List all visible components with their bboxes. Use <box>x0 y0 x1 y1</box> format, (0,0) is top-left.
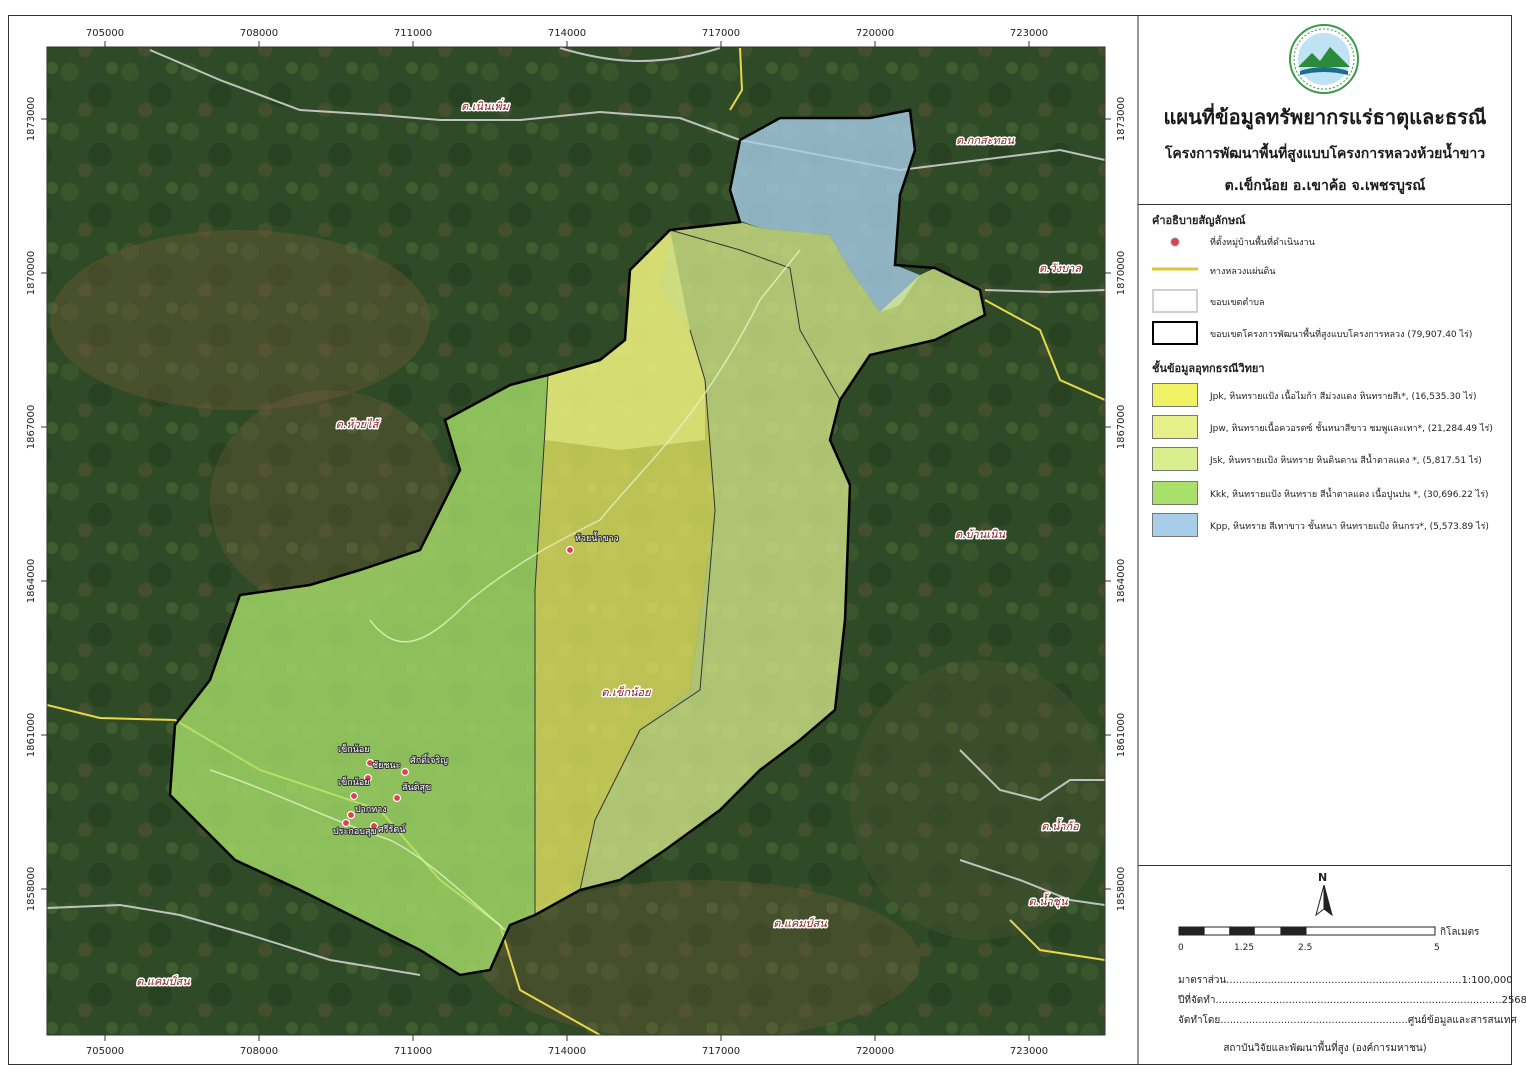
place-label-khek-noi: ต.เข็กน้อย <box>601 685 652 699</box>
legend-item-jsk: Jsk, หินทรายแป้ง หินทราย หินดินดาน สีน้ำ… <box>1152 447 1508 473</box>
place-label-nam-chun: ต.น้ำชุน <box>1028 893 1068 908</box>
institute-logo <box>1289 24 1359 94</box>
scale-tick-label: 0 <box>1178 943 1184 953</box>
legend-item-kkk: Kkk, หินทรายแป้ง หินทราย สีน้ำตาลแดง เนื… <box>1152 481 1508 507</box>
village-label: ประกอบสุข <box>333 827 377 837</box>
cleared-land-patch <box>50 230 430 410</box>
x-tick-label-top: 708000 <box>240 28 278 39</box>
legend-item-subdistrict: ขอบเขตตำบล <box>1152 289 1508 315</box>
subdistrict-swatch <box>1152 289 1198 313</box>
legend-label: ทางหลวงแผ่นดิน <box>1210 267 1276 277</box>
village-label: ชัยชนะ <box>372 761 401 771</box>
legend-item-village: ที่ตั้งหมู่บ้านพื้นที่ดำเนินงาน <box>1152 233 1508 259</box>
x-tick-label-top: 720000 <box>856 28 894 39</box>
scale-tick-label: 2.5 <box>1298 943 1313 953</box>
legend-panel: แผนที่ข้อมูลทรัพยากรแร่ธาตุและธรณี โครงก… <box>1138 15 1526 1065</box>
legend-item-road: ทางหลวงแผ่นดิน <box>1152 261 1508 287</box>
x-tick-label-top: 711000 <box>394 28 432 39</box>
village-label: สันติสุข <box>402 782 431 793</box>
y-tick-label-right: 1870000 <box>1116 251 1127 296</box>
jpw-swatch <box>1152 415 1198 439</box>
place-label-khaem-son: ต.แคมป์สน <box>773 917 827 930</box>
x-tick-label-bottom: 708000 <box>240 1046 278 1057</box>
x-tick-label-top: 714000 <box>548 28 586 39</box>
y-tick-label-right: 1867000 <box>1116 405 1127 450</box>
place-label-huai-sai: ต.ห้วยไส้ <box>336 418 381 431</box>
x-tick-label-bottom: 714000 <box>548 1046 586 1057</box>
legend-divider <box>1138 865 1512 866</box>
village-marker-icon <box>1170 237 1180 247</box>
place-label-wang-ban: ต.วังบาล <box>1039 262 1082 275</box>
y-tick-label-left: 1861000 <box>26 713 37 758</box>
x-tick-label-bottom: 720000 <box>856 1046 894 1057</box>
kpp-swatch <box>1152 513 1198 537</box>
scale-tick-label: 5 <box>1434 943 1440 953</box>
scale-unit-label: กิโลเมตร <box>1440 927 1480 938</box>
village-marker <box>346 810 356 820</box>
place-label-kok-sathon: ต.กกสะทอน <box>956 134 1014 147</box>
y-tick-label-right: 1861000 <box>1116 713 1127 758</box>
y-tick-label-left: 1867000 <box>26 405 37 450</box>
y-tick-label-left: 1858000 <box>26 867 37 912</box>
year-info: ปีที่จัดทำ..............................… <box>1178 995 1526 1006</box>
cleared-land-patch <box>850 660 1105 940</box>
legend-item-kpp: Kpp, หินทราย สีเทาขาว ชั้นหนา หินทรายแป้… <box>1152 513 1508 539</box>
village-marker <box>341 818 351 828</box>
y-tick-label-right: 1864000 <box>1116 559 1127 604</box>
y-tick-label-left: 1870000 <box>26 251 37 296</box>
legend-label: ขอบเขตโครงการพัฒนาพื้นที่สูงแบบโครงการหล… <box>1210 330 1473 340</box>
x-tick-label-bottom: 723000 <box>1010 1046 1048 1057</box>
legend-label: Jsk, หินทรายแป้ง หินทราย หินดินดาน สีน้ำ… <box>1210 456 1482 466</box>
x-tick-label-top: 723000 <box>1010 28 1048 39</box>
legend-item-jpw: Jpw, หินทรายเนื้อควอรตซ์ ชั้นหนาสีขาว ชม… <box>1152 415 1508 441</box>
legend-divider <box>1138 204 1512 205</box>
legend-label: ที่ตั้งหมู่บ้านพื้นที่ดำเนินงาน <box>1210 238 1315 248</box>
map-subtitle: โครงการพัฒนาพื้นที่สูงแบบโครงการหลวงห้วย… <box>1164 146 1486 162</box>
village-label: ปากทาง <box>355 805 387 815</box>
x-tick-label-top: 717000 <box>702 28 740 39</box>
y-tick-label-left: 1873000 <box>26 97 37 142</box>
village-marker <box>349 791 359 801</box>
legend-geology-heading: ชั้นข้อมูลอุทกธรณีวิทยา <box>1152 362 1265 375</box>
jsk-swatch <box>1152 447 1198 471</box>
y-tick-label-right: 1858000 <box>1116 867 1127 912</box>
village-marker <box>400 767 410 777</box>
kkk-swatch <box>1152 481 1198 505</box>
legend-label: Jpk, หินทรายแป้ง เนื้อไมก้า สีม่วงแดง หิ… <box>1210 392 1477 402</box>
place-label-noen-phoem: ต.เนินเพิ่ม <box>461 98 509 113</box>
place-label-ban-noen: ต.บ้านเนิน <box>955 528 1006 541</box>
place-label-khaem-son: ต.แคมป์สน <box>136 975 190 988</box>
north-label: N <box>1318 871 1328 884</box>
legend-item-project: ขอบเขตโครงการพัฒนาพื้นที่สูงแบบโครงการหล… <box>1152 321 1508 347</box>
author-info: จัดทำโดย................................… <box>1178 1015 1517 1026</box>
legend-label: Jpw, หินทรายเนื้อควอรตซ์ ชั้นหนาสีขาว ชม… <box>1210 424 1493 434</box>
y-tick-label-right: 1873000 <box>1116 97 1127 142</box>
legend-item-jpk: Jpk, หินทรายแป้ง เนื้อไมก้า สีม่วงแดง หิ… <box>1152 383 1508 409</box>
jpk-swatch <box>1152 383 1198 407</box>
village-label: ศรีรัตน์ <box>378 823 405 835</box>
scale-bar <box>1178 926 1436 936</box>
x-tick-label-bottom: 705000 <box>86 1046 124 1057</box>
map-title: แผนที่ข้อมูลทรัพยากรแร่ธาตุและธรณี <box>1163 105 1487 129</box>
x-tick-label-top: 705000 <box>86 28 124 39</box>
village-marker <box>565 545 575 555</box>
scale-info: มาตราส่วน...............................… <box>1178 975 1513 986</box>
map-location: ต.เข็กน้อย อ.เขาค้อ จ.เพชรบูรณ์ <box>1224 178 1426 194</box>
place-label-nam-ko: ต.น้ำก้อ <box>1041 818 1079 833</box>
legend-symbols-heading: คำอธิบายสัญลักษณ์ <box>1152 214 1246 227</box>
scale-tick-label: 1.25 <box>1234 943 1255 953</box>
road-line-icon <box>1152 267 1198 271</box>
x-tick-label-bottom: 717000 <box>702 1046 740 1057</box>
x-tick-label-bottom: 711000 <box>394 1046 432 1057</box>
project-boundary-swatch <box>1152 321 1198 345</box>
village-marker <box>392 793 402 803</box>
y-tick-label-left: 1864000 <box>26 559 37 604</box>
legend-label: Kkk, หินทรายแป้ง หินทราย สีน้ำตาลแดง เนื… <box>1210 490 1489 500</box>
legend-label: Kpp, หินทราย สีเทาขาว ชั้นหนา หินทรายแป้… <box>1210 522 1489 532</box>
institute-credit: สถาบันวิจัยและพัฒนาพื้นที่สูง (องค์การมห… <box>1223 1043 1427 1054</box>
legend-label: ขอบเขตตำบล <box>1210 298 1265 308</box>
